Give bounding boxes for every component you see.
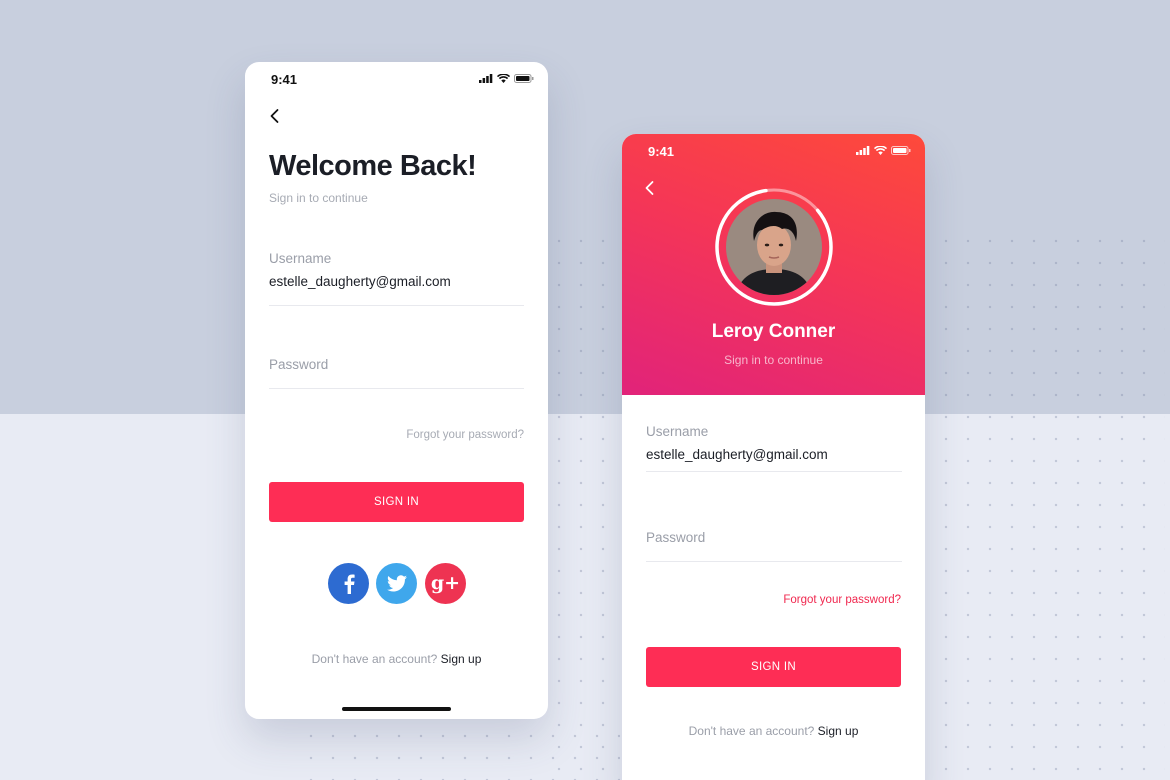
no-account-text: Don't have an account? [688,724,815,738]
status-bar: 9:41 [245,62,548,96]
sign-up-link[interactable]: Sign up [818,724,859,738]
username-label: Username [646,424,709,439]
status-time: 9:41 [271,72,298,87]
wifi-icon [874,146,887,155]
profile-name: Leroy Conner [711,321,836,342]
signal-icon [479,74,493,83]
profile-subtitle: Sign in to continue [724,353,823,367]
twitter-icon [386,575,407,592]
status-icons [856,146,911,155]
sign-up-link[interactable]: Sign up [441,652,482,666]
avatar [714,187,834,307]
page-title: Welcome Back! [269,150,477,182]
wifi-icon [497,74,510,83]
username-divider [269,305,524,306]
no-account-text: Don't have an account? [311,652,438,666]
back-chevron-icon[interactable] [642,180,658,196]
google-plus-icon: g+ [430,571,461,594]
twitter-button[interactable] [376,563,417,604]
battery-icon [514,74,534,83]
forgot-password-link[interactable]: Forgot your password? [783,594,901,606]
login-screen-right: 9:41 Leroy Conner Sign in to continue Us… [622,134,925,780]
signup-prompt: Don't have an account? Sign up [245,652,548,666]
username-label: Username [269,251,332,266]
login-screen-left: 9:41 Welcome Back! Sign in to continue U… [245,62,548,719]
google-plus-button[interactable]: g+ [425,563,466,604]
page-subtitle: Sign in to continue [269,191,368,205]
status-bar: 9:41 [622,134,925,168]
username-divider [646,471,902,472]
home-indicator [342,707,451,711]
status-icons [479,74,534,83]
battery-icon [891,146,911,155]
username-field[interactable]: estelle_daugherty@gmail.com [646,447,828,462]
facebook-button[interactable] [328,563,369,604]
password-divider [269,388,524,389]
signal-icon [856,146,870,155]
username-field[interactable]: estelle_daugherty@gmail.com [269,274,451,289]
background-dots-left [548,230,623,780]
forgot-password-link[interactable]: Forgot your password? [406,429,524,441]
password-field[interactable]: Password [646,530,705,545]
password-field[interactable]: Password [269,357,328,372]
sign-in-button[interactable]: SIGN IN [269,482,524,522]
facebook-icon [344,574,355,594]
signup-prompt: Don't have an account? Sign up [622,724,925,738]
back-chevron-icon[interactable] [267,108,283,124]
password-divider [646,561,902,562]
background-dots-right [935,230,1165,780]
status-time: 9:41 [648,144,675,159]
background-dots-bottom [300,725,620,780]
avatar-photo [726,199,822,295]
sign-in-button[interactable]: SIGN IN [646,647,901,687]
